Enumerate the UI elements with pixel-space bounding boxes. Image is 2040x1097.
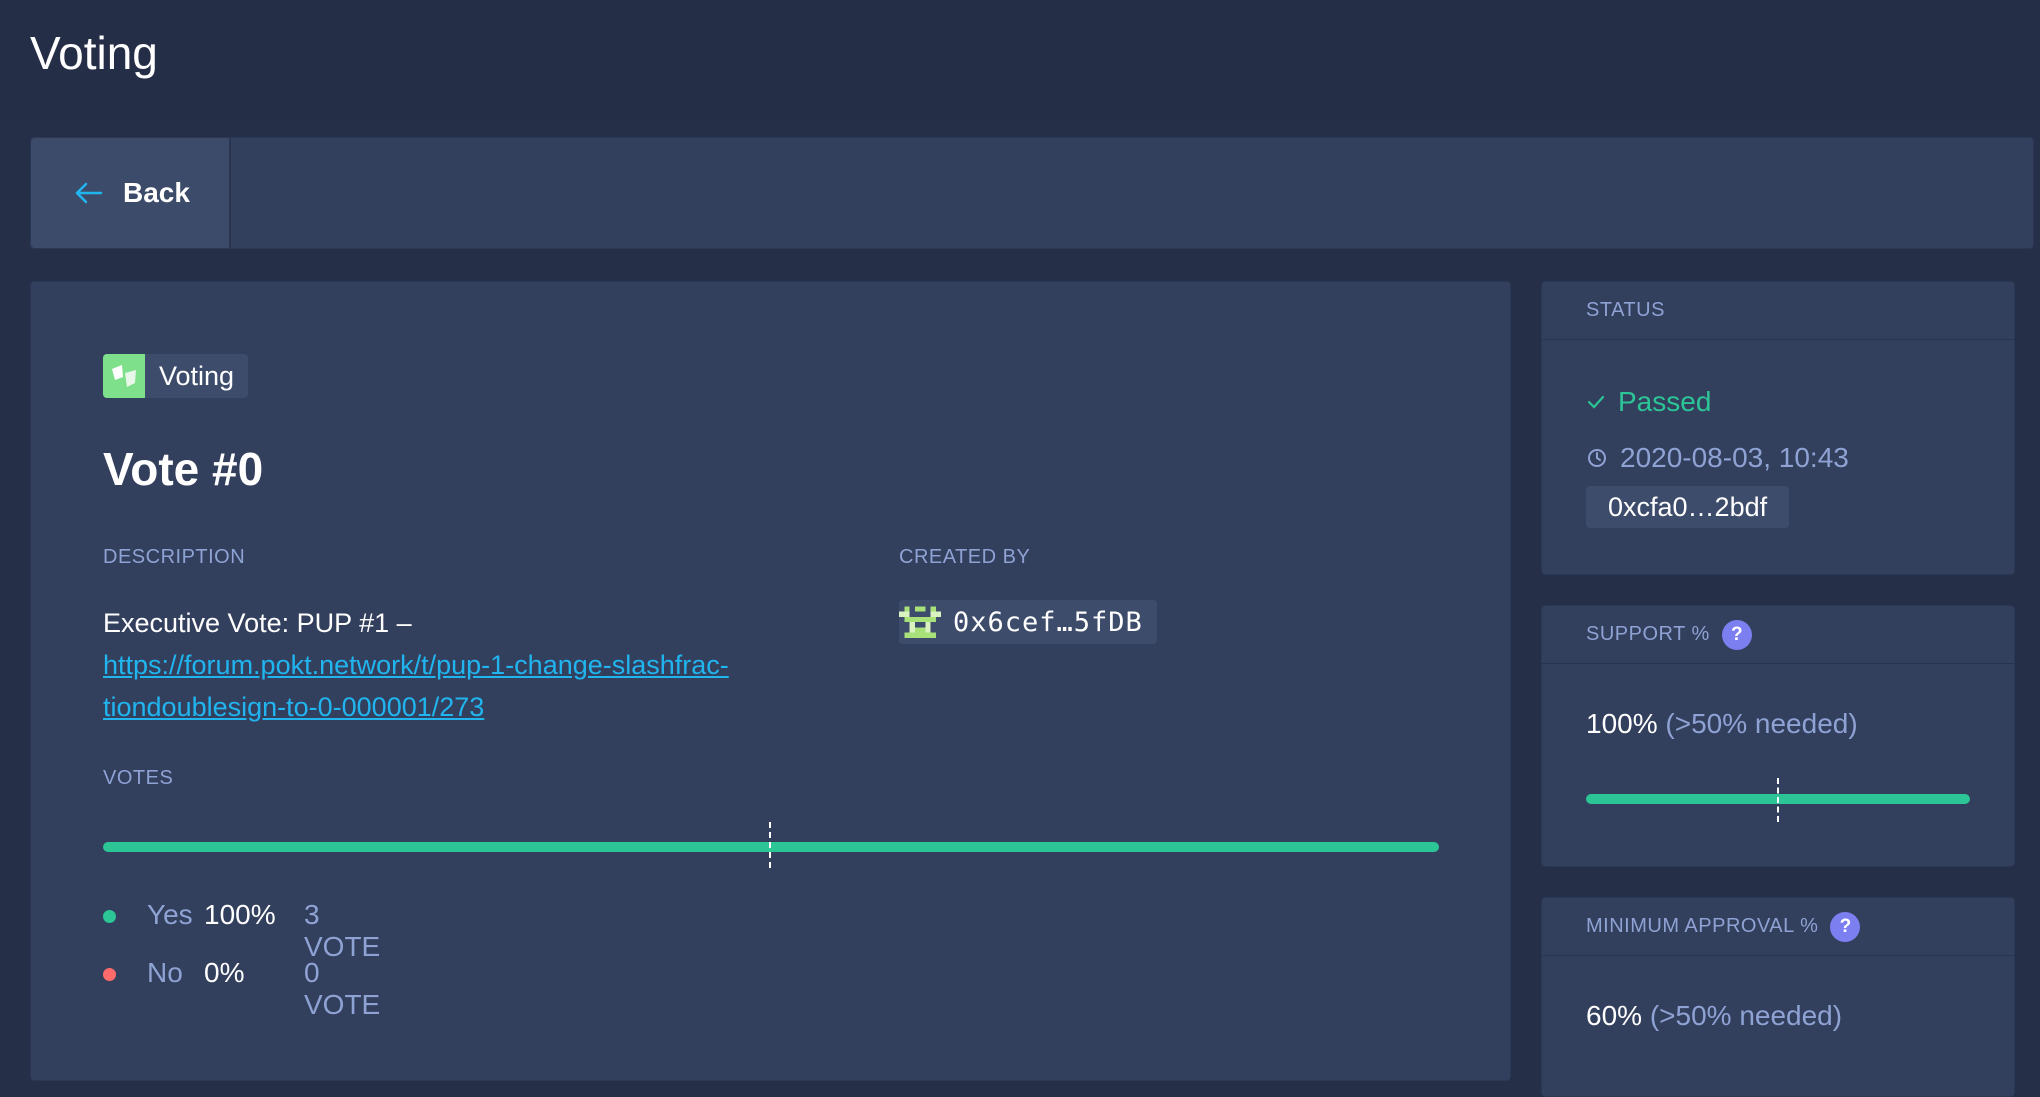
vote-option-label: Yes — [147, 899, 193, 930]
support-title: SUPPORT % — [1586, 623, 1710, 645]
creator-badge[interactable]: 0x6cef…5fDB — [899, 600, 1157, 644]
support-card: SUPPORT % ? 100% (>50% needed) — [1541, 605, 2015, 867]
status-card-header: STATUS — [1542, 282, 2014, 340]
vote-details-card: Voting Vote #0 DESCRIPTION Executive Vot… — [30, 281, 1511, 1081]
vote-option-label: No — [147, 957, 183, 988]
votes-threshold-marker — [769, 822, 771, 868]
back-button-label: Back — [123, 177, 190, 208]
arrow-left-icon — [75, 182, 103, 204]
votes-progress-bar — [103, 842, 1439, 852]
status-card: STATUS Passed 2020-08-03, 10:43 0xcfa0…2… — [1541, 281, 2015, 575]
description-label: DESCRIPTION — [103, 546, 246, 568]
minimum-approval-help-icon[interactable]: ? — [1830, 911, 1861, 942]
support-help-icon[interactable]: ? — [1721, 619, 1752, 650]
vote-option-count: 0 VOTE — [304, 957, 381, 1020]
minimum-approval-percent: 60% — [1586, 1000, 1643, 1031]
clock-icon — [1588, 449, 1606, 467]
transaction-hash[interactable]: 0xcfa0…2bdf — [1586, 486, 1790, 528]
description-link[interactable]: https://forum.pokt.network/t/pup-1-chang… — [103, 650, 729, 722]
voting-app-icon — [103, 354, 145, 398]
vote-title: Vote #0 — [103, 443, 264, 495]
minimum-approval-card-header: MINIMUM APPROVAL % ? — [1542, 898, 2014, 956]
yes-dot — [103, 910, 116, 923]
vote-option-percent: 100% — [204, 899, 276, 930]
vote-option-count: 3 VOTE — [304, 899, 381, 962]
description-text: Executive Vote: PUP #1 – — [103, 608, 412, 638]
minimum-approval-title: MINIMUM APPROVAL % — [1586, 915, 1819, 937]
page-header: Voting — [0, 0, 2040, 120]
support-threshold-marker — [1777, 778, 1779, 822]
vote-option-percent: 0% — [204, 957, 245, 988]
minimum-approval-needed: (>50% needed) — [1649, 1000, 1843, 1031]
check-icon — [1587, 395, 1605, 409]
page-title: Voting — [30, 27, 158, 79]
minimum-approval-value: 60% (>50% needed) — [1586, 1000, 1842, 1032]
status-title: STATUS — [1586, 299, 1665, 321]
toolbar: Back — [30, 137, 2034, 249]
app-badge-label: Voting — [159, 360, 235, 391]
created-by-label: CREATED BY — [899, 546, 1031, 568]
support-percent: 100% — [1586, 708, 1658, 739]
app-badge[interactable]: Voting — [103, 354, 249, 398]
identicon-avatar — [899, 601, 941, 643]
status-datetime: 2020-08-03, 10:43 — [1586, 442, 1849, 474]
votes-label: VOTES — [103, 767, 174, 789]
minimum-approval-card: MINIMUM APPROVAL % ? 60% (>50% needed) — [1541, 897, 2015, 1097]
back-button[interactable]: Back — [31, 138, 231, 248]
status-result: Passed — [1586, 386, 1711, 418]
creator-address: 0x6cef…5fDB — [953, 606, 1143, 638]
support-value: 100% (>50% needed) — [1586, 708, 1858, 740]
support-card-header: SUPPORT % ? — [1542, 606, 2014, 664]
status-result-text: Passed — [1618, 386, 1712, 417]
description: Executive Vote: PUP #1 – https://forum.p… — [103, 602, 863, 728]
no-dot — [103, 968, 116, 981]
status-datetime-text: 2020-08-03, 10:43 — [1620, 442, 1849, 473]
support-needed: (>50% needed) — [1665, 708, 1858, 739]
